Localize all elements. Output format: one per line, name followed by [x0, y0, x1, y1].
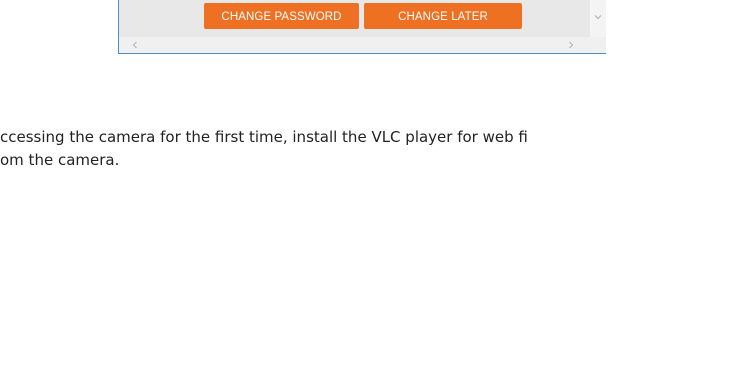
chevron-right-icon[interactable]	[565, 39, 577, 51]
horizontal-scrollbar[interactable]	[119, 37, 606, 53]
vertical-scrollbar[interactable]	[590, 0, 606, 37]
instruction-line: ccessing the camera for the first time, …	[0, 128, 528, 146]
chevron-down-icon[interactable]	[593, 12, 603, 22]
instruction-text: ccessing the camera for the first time, …	[0, 126, 743, 172]
page: CHANGE PASSWORD CHANGE LATER ccessing th…	[0, 0, 743, 379]
embedded-screenshot: CHANGE PASSWORD CHANGE LATER	[118, 0, 606, 54]
instruction-line: om the camera.	[0, 151, 120, 169]
change-password-button[interactable]: CHANGE PASSWORD	[204, 3, 359, 29]
change-later-button[interactable]: CHANGE LATER	[364, 3, 522, 29]
dialog-button-bar: CHANGE PASSWORD CHANGE LATER	[119, 0, 590, 37]
chevron-left-icon[interactable]	[129, 39, 141, 51]
